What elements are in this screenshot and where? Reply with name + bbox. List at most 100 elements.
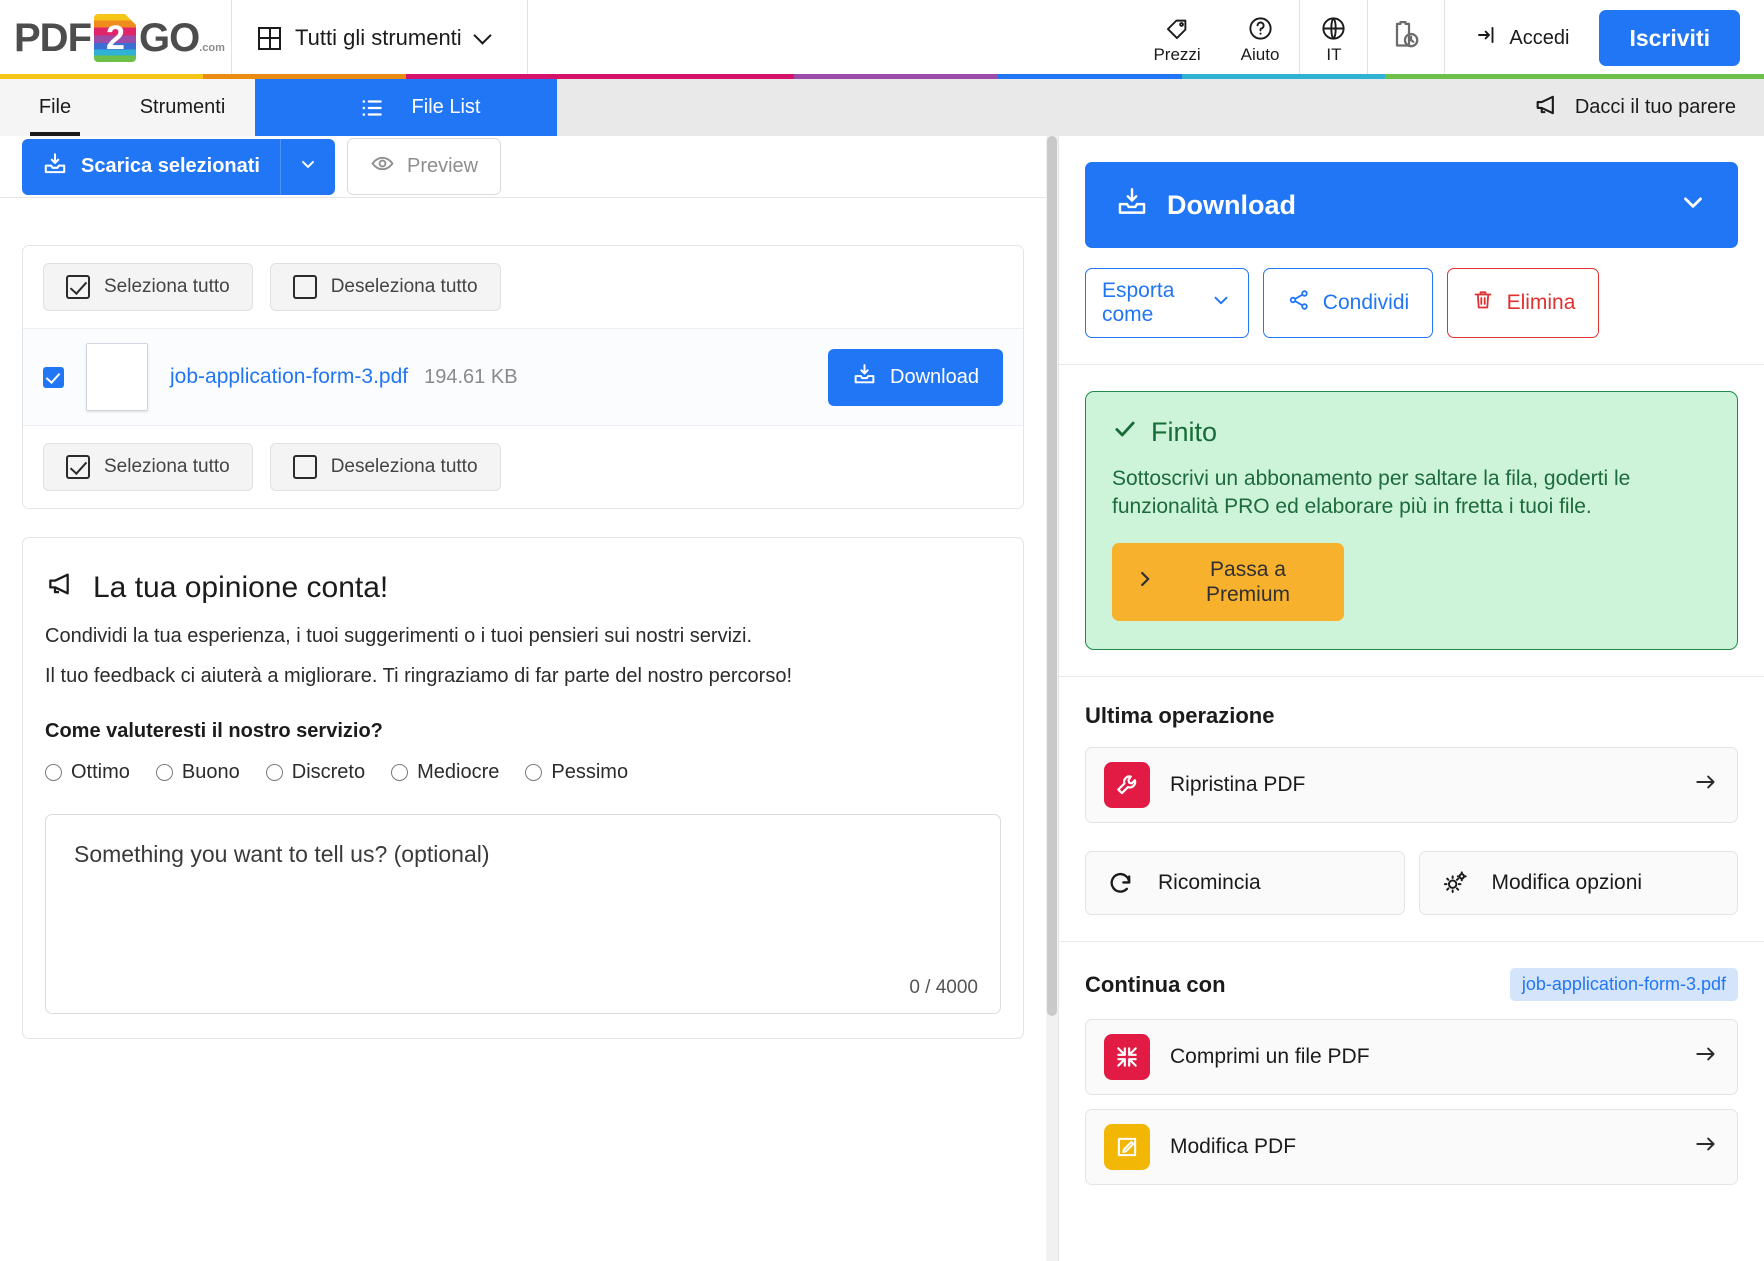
download-selected-button[interactable]: Scarica selezionati: [22, 138, 335, 195]
chevron-down-icon: [298, 154, 318, 179]
radio-icon: [525, 764, 543, 781]
rating-option-ottimo[interactable]: Ottimo: [45, 761, 130, 784]
signup-button[interactable]: Iscriviti: [1599, 10, 1740, 66]
checkbox-checked-icon: [66, 455, 90, 479]
file-download-button[interactable]: Download: [828, 348, 1003, 406]
arrow-right-icon: [1693, 1131, 1719, 1163]
continue-with-heading: Continua con: [1085, 971, 1226, 997]
edit-options-button[interactable]: Modifica opzioni: [1418, 851, 1738, 916]
rating-option-label: Pessimo: [551, 761, 629, 783]
download-selected-label: Scarica selezionati: [81, 155, 260, 177]
all-tools-menu[interactable]: Tutti gli strumenti: [232, 0, 528, 76]
compress-icon: [1104, 1034, 1150, 1081]
scrollbar-thumb[interactable]: [1047, 136, 1057, 1016]
rating-option-pessimo[interactable]: Pessimo: [525, 761, 628, 784]
export-as-button[interactable]: Esporta come: [1085, 268, 1249, 339]
logo-wordmark: PDF 2 GO .com: [14, 14, 225, 62]
rating-option-buono[interactable]: Buono: [155, 761, 240, 784]
logo-dotcom-text: .com: [199, 42, 225, 54]
side-panel-actions: Download Esporta come Condividi Elimina: [1059, 136, 1764, 366]
feedback-line-2: Il tuo feedback ci aiuterà a migliorare.…: [45, 665, 793, 687]
chevron-down-icon[interactable]: [1678, 187, 1708, 224]
select-row-bottom: Seleziona tutto Deseleziona tutto: [23, 425, 1023, 508]
nav-language[interactable]: IT: [1300, 0, 1367, 76]
download-selected-main[interactable]: Scarica selezionati: [22, 138, 280, 195]
nav-aiuto[interactable]: Aiuto: [1221, 0, 1300, 76]
nav-language-label: IT: [1326, 44, 1342, 64]
delete-button[interactable]: Elimina: [1447, 268, 1599, 339]
login-arrow-icon: [1475, 23, 1499, 53]
last-operation-section: Ultima operazione Ripristina PDF Ricomin…: [1059, 677, 1764, 943]
feedback-question: Come valuteresti il nostro servizio?: [45, 720, 383, 742]
rating-radio-group: Ottimo Buono Discreto Mediocre Pessimo: [45, 761, 1001, 784]
compress-pdf-button[interactable]: Comprimi un file PDF: [1085, 1019, 1738, 1096]
select-all-button-top[interactable]: Seleziona tutto: [43, 263, 253, 311]
login-button[interactable]: Accedi: [1445, 0, 1599, 76]
download-selected-caret[interactable]: [279, 138, 335, 195]
nav-history[interactable]: [1368, 0, 1444, 76]
go-premium-label: Passa a Premium: [1205, 557, 1290, 607]
rating-option-label: Ottimo: [71, 761, 130, 783]
rating-option-label: Buono: [181, 761, 240, 783]
share-button[interactable]: Condividi: [1263, 268, 1433, 339]
feedback-title-row: La tua opinione conta!: [45, 568, 1001, 608]
megaphone-icon: [1533, 91, 1561, 125]
give-feedback-label: Dacci il tuo parere: [1574, 96, 1736, 118]
radio-icon: [45, 764, 62, 781]
restart-label: Ricomincia: [1158, 871, 1261, 895]
select-row-top: Seleziona tutto Deseleziona tutto: [23, 246, 1023, 328]
rating-option-discreto[interactable]: Discreto: [265, 761, 366, 784]
nav-prezzi[interactable]: Prezzi: [1133, 0, 1220, 76]
file-name-link[interactable]: job-application-form-3.pdf: [170, 365, 408, 389]
deselect-all-button-top[interactable]: Deseleziona tutto: [269, 263, 501, 311]
nav-prezzi-label: Prezzi: [1153, 44, 1201, 64]
give-feedback-link[interactable]: Dacci il tuo parere: [1533, 79, 1764, 136]
tab-file-list-label: File List: [411, 96, 481, 118]
preview-button[interactable]: Preview: [346, 138, 502, 195]
arrow-right-icon: [1693, 769, 1719, 801]
logo-go-text: GO: [139, 15, 200, 60]
arrow-right-icon: [1693, 1041, 1719, 1073]
export-as-label: Esporta come: [1102, 279, 1175, 327]
go-premium-button[interactable]: Passa a Premium: [1112, 543, 1344, 622]
deselect-all-button-bottom[interactable]: Deseleziona tutto: [269, 443, 501, 491]
tab-strumenti[interactable]: Strumenti: [110, 79, 255, 136]
tab-file-list[interactable]: File List: [255, 79, 557, 136]
last-operation-row2: Ricomincia Modifica opzioni: [1085, 851, 1738, 916]
preview-label: Preview: [406, 155, 479, 177]
status-title-row: Finito: [1112, 416, 1711, 449]
trash-icon: [1471, 288, 1495, 318]
site-logo[interactable]: PDF 2 GO .com: [0, 0, 232, 76]
grid-icon: [258, 26, 281, 50]
compress-pdf-label: Comprimi un file PDF: [1170, 1045, 1370, 1069]
app-root: PDF 2 GO .com Tutti gli strumenti Prezzi: [0, 0, 1764, 1261]
continue-with-file-chip[interactable]: job-application-form-3.pdf: [1509, 968, 1738, 1002]
file-row: job-application-form-3.pdf 194.61 KB Dow…: [23, 328, 1023, 425]
download-button-label: Download: [1167, 189, 1296, 220]
wrench-icon: [1104, 762, 1150, 809]
download-tray-icon: [42, 151, 68, 183]
feedback-textarea[interactable]: Something you want to tell us? (optional…: [45, 814, 1001, 1014]
file-download-label: Download: [890, 365, 979, 388]
tab-file-label: File: [38, 96, 72, 118]
download-button[interactable]: Download: [1085, 162, 1738, 248]
edit-pdf-button[interactable]: Modifica PDF: [1085, 1109, 1738, 1186]
restore-pdf-button[interactable]: Ripristina PDF: [1085, 747, 1738, 824]
select-all-button-bottom[interactable]: Seleziona tutto: [43, 443, 253, 491]
main-pane-scrollbar[interactable]: [1046, 136, 1058, 1261]
rating-option-label: Mediocre: [417, 761, 500, 783]
megaphone-icon: [45, 568, 77, 608]
rating-option-label: Discreto: [291, 761, 366, 783]
secondary-actions-row: Esporta come Condividi Elimina: [1085, 268, 1738, 339]
edit-pdf-label: Modifica PDF: [1170, 1135, 1297, 1159]
logo-pdf-text: PDF: [14, 15, 92, 60]
logo-2-badge: 2: [94, 14, 136, 62]
file-size-label: 194.61 KB: [424, 365, 518, 388]
rating-option-mediocre[interactable]: Mediocre: [391, 761, 499, 784]
eye-icon: [370, 151, 395, 182]
tab-file[interactable]: File: [0, 79, 110, 136]
restart-button[interactable]: Ricomincia: [1085, 851, 1405, 916]
checkbox-empty-icon: [292, 275, 317, 299]
file-thumbnail[interactable]: [86, 343, 148, 411]
file-checkbox[interactable]: [43, 366, 64, 388]
